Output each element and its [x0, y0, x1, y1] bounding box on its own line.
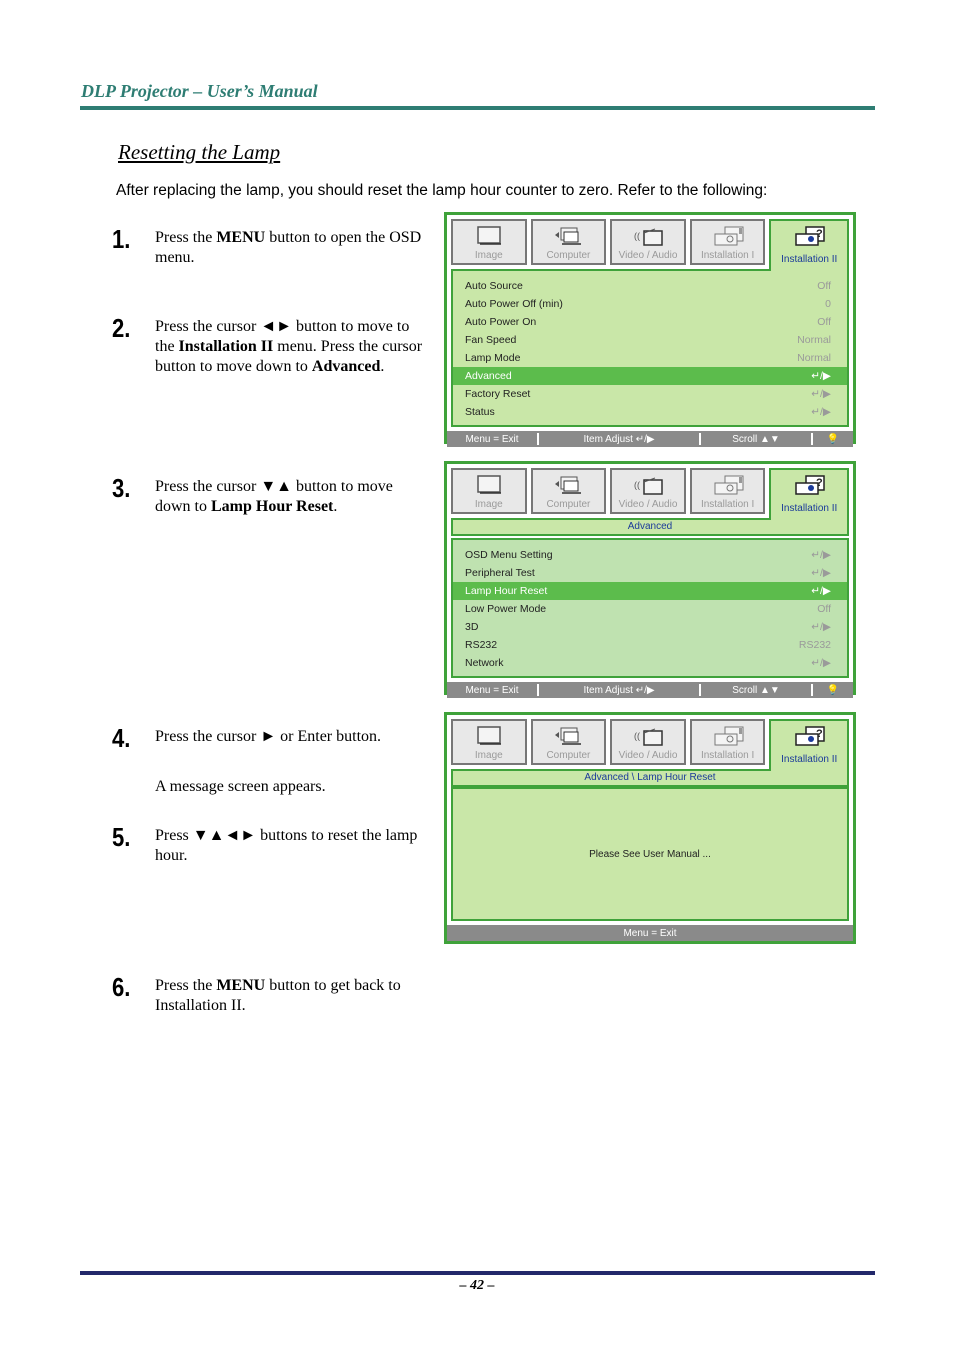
osd-menu-item[interactable]: Factory Reset ↵/▶ [453, 385, 847, 403]
osd-menu-item[interactable]: Low Power Mode Off [453, 600, 847, 618]
osd-tab-bar: Image Computer Video / Audio Installatio… [447, 715, 853, 771]
step-number: 3. [112, 473, 131, 503]
osd-tab-image[interactable]: Image [451, 219, 527, 265]
step-number: 6. [112, 972, 131, 1002]
projector-help-icon [795, 226, 825, 246]
page-number: – 42 – [459, 1278, 495, 1293]
osd-message: Please See User Manual ... [451, 787, 849, 921]
header-divider [80, 106, 875, 110]
document-header-title: DLP Projector – User’s Manual [81, 81, 318, 101]
osd-tab-video-audio[interactable]: Video / Audio [610, 468, 686, 514]
step-text: Press the MENU button to open the OSD me… [155, 229, 422, 266]
projector-icon [714, 226, 744, 246]
footer-divider [80, 1271, 875, 1275]
osd-tab-installation-ii[interactable]: Installation II [769, 719, 850, 771]
osd-tab-video-audio[interactable]: Video / Audio [610, 719, 686, 765]
osd-tab-image[interactable]: Image [451, 719, 527, 765]
projector-icon [714, 475, 744, 495]
computer-icon [554, 727, 583, 745]
osd-screenshot-lamp-hour-reset: Image Computer Video / Audio Installatio… [444, 712, 856, 944]
osd-tab-installation-ii[interactable]: Installation II [769, 219, 850, 271]
osd-tab-installation-i[interactable]: Installation I [689, 468, 766, 514]
osd-tab-computer[interactable]: Computer [530, 468, 607, 514]
osd-menu-item[interactable]: Network ↵/▶ [453, 654, 847, 672]
osd-menu-item-selected[interactable]: Advanced ↵/▶ [453, 367, 847, 385]
osd-footer-bar: Menu = Exit Item Adjust ↵/▶ Scroll ▲▼ 💡 [447, 431, 853, 447]
step-text: Press the cursor ▼▲ button to move down … [155, 478, 393, 515]
osd-tab-image[interactable]: Image [451, 468, 527, 514]
step-note: A message screen appears. [155, 778, 326, 795]
osd-tab-installation-ii[interactable]: Installation II [769, 468, 850, 520]
monitor-icon [477, 226, 502, 245]
osd-tab-bar: Image Computer Video / Audio Installatio… [447, 464, 853, 520]
intro-paragraph: After replacing the lamp, you should res… [116, 182, 768, 199]
osd-screenshot-advanced: Image Computer Video / Audio Installatio… [444, 461, 856, 698]
osd-menu-item[interactable]: Auto Power On Off [453, 313, 847, 331]
lamp-icon: 💡 [826, 433, 840, 445]
step-text: Press the cursor ► or Enter button. [155, 728, 382, 745]
osd-tab-installation-i[interactable]: Installation I [689, 719, 766, 765]
osd-menu-item[interactable]: Fan Speed Normal [453, 331, 847, 349]
projector-help-icon [795, 475, 825, 495]
osd-menu-item[interactable]: OSD Menu Setting ↵/▶ [453, 546, 847, 564]
osd-menu-item[interactable]: Status ↵/▶ [453, 403, 847, 421]
osd-menu-item[interactable]: RS232 RS232 [453, 636, 847, 654]
lamp-icon: 💡 [826, 684, 840, 696]
osd-tab-installation-i[interactable]: Installation I [689, 219, 766, 265]
osd-menu-item[interactable]: 3D ↵/▶ [453, 618, 847, 636]
step-text: Press the MENU button to get back to Ins… [155, 977, 401, 1014]
osd-screenshot-installation-ii: Image Computer Video / Audio Installatio… [444, 212, 856, 447]
osd-footer-bar: Menu = Exit Item Adjust ↵/▶ Scroll ▲▼ 💡 [447, 682, 853, 698]
osd-tab-video-audio[interactable]: Video / Audio [610, 219, 686, 265]
monitor-icon [477, 475, 502, 494]
video-audio-icon [633, 228, 663, 246]
step-number: 2. [112, 313, 131, 343]
projector-help-icon [795, 726, 825, 746]
osd-menu-item[interactable]: Auto Power Off (min) 0 [453, 295, 847, 313]
step-number: 1. [112, 224, 131, 254]
monitor-icon [477, 726, 502, 745]
projector-icon [714, 726, 744, 746]
osd-breadcrumb: Advanced \ Lamp Hour Reset [451, 769, 849, 787]
osd-menu-item[interactable]: Lamp Mode Normal [453, 349, 847, 367]
computer-icon [554, 476, 583, 494]
video-audio-icon [633, 728, 663, 746]
video-audio-icon [633, 477, 663, 495]
osd-breadcrumb: Advanced [451, 518, 849, 536]
osd-menu-list: OSD Menu Setting ↵/▶ Peripheral Test ↵/▶ L… [451, 538, 849, 678]
osd-menu-item-selected[interactable]: Lamp Hour Reset ↵/▶ [453, 582, 847, 600]
step-number: 4. [112, 723, 131, 753]
osd-menu-list: Auto Source Off Auto Power Off (min) 0 Aut… [451, 269, 849, 427]
osd-tab-computer[interactable]: Computer [530, 219, 607, 265]
computer-icon [554, 227, 583, 245]
osd-footer-bar: Menu = Exit [447, 925, 853, 941]
osd-menu-item[interactable]: Peripheral Test ↵/▶ [453, 564, 847, 582]
step-number: 5. [112, 822, 131, 852]
step-text: Press ▼▲◄► buttons to reset the lamp hou… [155, 827, 418, 864]
osd-tab-bar: Image Computer Video / Audio Installatio… [447, 215, 853, 271]
osd-menu-item[interactable]: Auto Source Off [453, 277, 847, 295]
step-text: Press the cursor ◄► button to move to th… [155, 318, 423, 375]
section-title: Resetting the Lamp [118, 140, 281, 164]
osd-tab-computer[interactable]: Computer [530, 719, 607, 765]
